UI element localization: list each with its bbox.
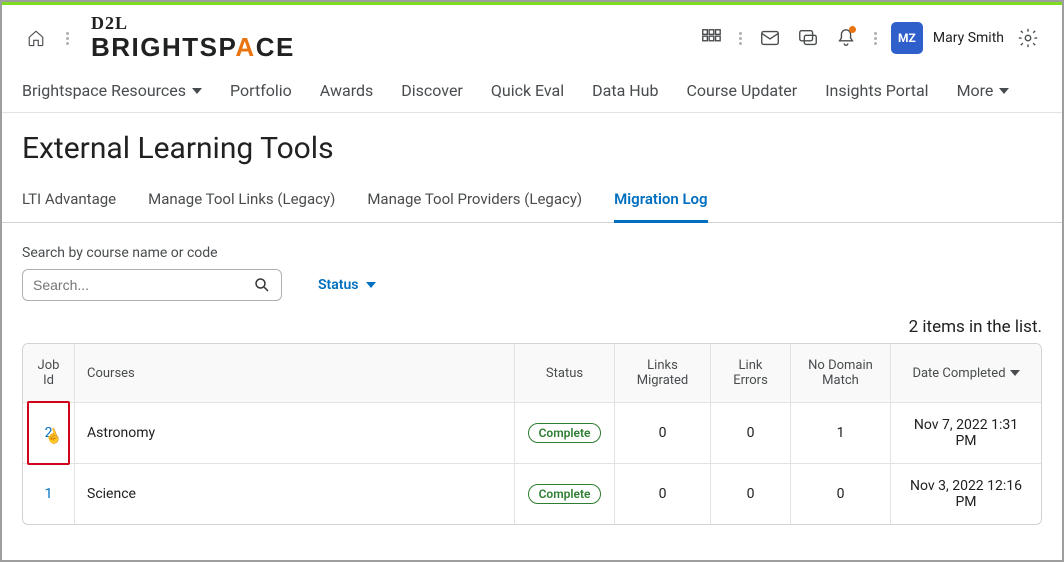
messages-icon[interactable] xyxy=(794,24,822,52)
divider-dots xyxy=(62,32,73,45)
nav-insights-portal[interactable]: Insights Portal xyxy=(825,81,928,100)
nav-awards[interactable]: Awards xyxy=(320,81,373,100)
col-no-domain-match[interactable]: No Domain Match xyxy=(791,344,891,403)
col-status[interactable]: Status xyxy=(515,344,615,403)
nav-data-hub[interactable]: Data Hub xyxy=(592,81,658,100)
mail-icon[interactable] xyxy=(756,24,784,52)
date-completed-cell: Nov 3, 2022 12:16 PM xyxy=(891,464,1041,524)
gear-icon[interactable] xyxy=(1014,24,1042,52)
page-title: External Learning Tools xyxy=(2,113,1062,174)
nav-brightspace-resources[interactable]: Brightspace Resources xyxy=(22,81,202,100)
search-input[interactable] xyxy=(33,277,253,293)
col-links-migrated[interactable]: Links Migrated xyxy=(615,344,711,403)
nav-bar: Brightspace Resources Portfolio Awards D… xyxy=(2,69,1062,113)
table-row: 1ScienceComplete000Nov 3, 2022 12:16 PM xyxy=(23,464,1041,524)
tab-manage-tool-providers[interactable]: Manage Tool Providers (Legacy) xyxy=(367,186,582,222)
table-row: 2☝AstronomyComplete001Nov 7, 2022 1:31 P… xyxy=(23,403,1041,464)
status-cell: Complete xyxy=(515,464,615,524)
migration-table: Job Id Courses Status Links Migrated Lin… xyxy=(22,343,1042,525)
search-box xyxy=(22,269,282,301)
item-count: 2 items in the list. xyxy=(2,311,1062,343)
brand-logo[interactable]: D2L BRIGHTSPACE xyxy=(91,13,295,63)
search-icon[interactable] xyxy=(253,276,271,294)
tab-migration-log[interactable]: Migration Log xyxy=(614,186,707,223)
status-filter[interactable]: Status xyxy=(318,277,376,293)
nav-course-updater[interactable]: Course Updater xyxy=(686,81,797,100)
apps-icon[interactable] xyxy=(697,24,725,52)
home-icon[interactable] xyxy=(22,24,50,52)
link-errors-cell: 0 xyxy=(711,464,791,524)
no-domain-match-cell: 0 xyxy=(791,464,891,524)
job-id-cell: 1 xyxy=(23,464,75,524)
logo-brightspace: BRIGHTSPACE xyxy=(91,32,295,63)
course-cell: Science xyxy=(75,464,515,524)
no-domain-match-cell: 1 xyxy=(791,403,891,464)
top-bar: D2L BRIGHTSPACE MZ Mary Smith xyxy=(2,5,1062,69)
status-cell: Complete xyxy=(515,403,615,464)
tab-lti-advantage[interactable]: LTI Advantage xyxy=(22,186,116,222)
col-date-completed[interactable]: Date Completed xyxy=(891,344,1041,403)
nav-portfolio[interactable]: Portfolio xyxy=(230,81,292,100)
tabs: LTI Advantage Manage Tool Links (Legacy)… xyxy=(2,174,1062,223)
status-badge: Complete xyxy=(528,484,602,504)
tab-manage-tool-links[interactable]: Manage Tool Links (Legacy) xyxy=(148,186,335,222)
course-cell: Astronomy xyxy=(75,403,515,464)
app-frame: D2L BRIGHTSPACE MZ Mary Smith xyxy=(0,0,1064,562)
divider-dots xyxy=(735,32,746,45)
col-link-errors[interactable]: Link Errors xyxy=(711,344,791,403)
search-label: Search by course name or code xyxy=(22,245,1042,261)
nav-discover[interactable]: Discover xyxy=(401,81,463,100)
nav-quick-eval[interactable]: Quick Eval xyxy=(491,81,564,100)
avatar[interactable]: MZ xyxy=(891,22,923,54)
user-name: Mary Smith xyxy=(933,30,1004,46)
link-errors-cell: 0 xyxy=(711,403,791,464)
notifications-icon[interactable] xyxy=(832,24,860,52)
nav-more[interactable]: More xyxy=(957,81,1010,100)
divider-dots xyxy=(870,32,881,45)
sort-desc-icon xyxy=(1010,370,1020,376)
notification-badge xyxy=(849,26,856,33)
links-migrated-cell: 0 xyxy=(615,403,711,464)
top-icons: MZ Mary Smith xyxy=(697,22,1042,54)
col-courses[interactable]: Courses xyxy=(75,344,515,403)
status-badge: Complete xyxy=(528,423,602,443)
date-completed-cell: Nov 7, 2022 1:31 PM xyxy=(891,403,1041,464)
links-migrated-cell: 0 xyxy=(615,464,711,524)
chevron-down-icon xyxy=(192,88,202,94)
search-area: Search by course name or code Status xyxy=(2,223,1062,311)
job-id-link[interactable]: 1 xyxy=(45,486,53,502)
col-job-id[interactable]: Job Id xyxy=(23,344,75,403)
chevron-down-icon xyxy=(366,282,376,288)
chevron-down-icon xyxy=(999,88,1009,94)
logo-d2l: D2L xyxy=(91,13,295,34)
job-id-cell: 2☝ xyxy=(23,403,75,464)
